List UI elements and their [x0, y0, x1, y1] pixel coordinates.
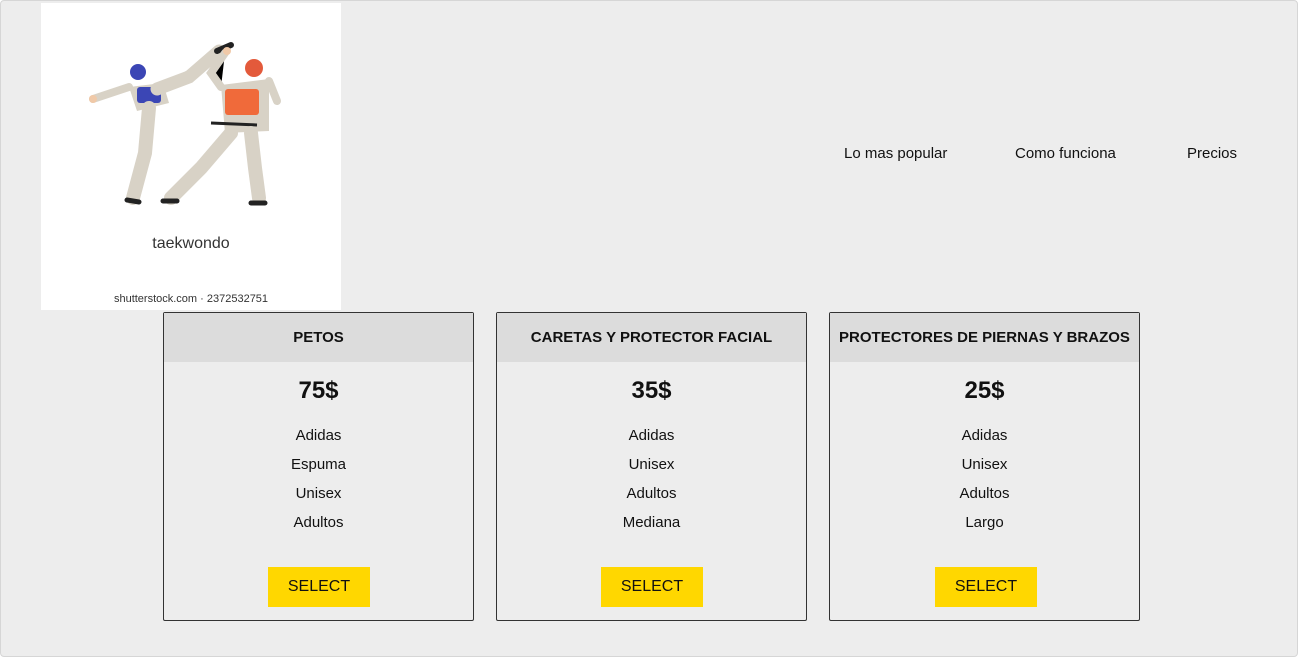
nav-link-how-it-works[interactable]: Como funciona — [1015, 145, 1116, 162]
card-price: 35$ — [631, 377, 672, 404]
red-fighter-figure — [160, 47, 281, 206]
feature-item: Adultos — [959, 485, 1010, 502]
nav-link-popular[interactable]: Lo mas popular — [844, 145, 947, 162]
pricing-card-protectores: PROTECTORES DE PIERNAS Y BRAZOS 25$ Adid… — [829, 312, 1140, 621]
logo-caption: taekwondo — [152, 235, 230, 252]
card-title: CARETAS Y PROTECTOR FACIAL — [497, 313, 806, 362]
card-price: 75$ — [298, 377, 339, 404]
taekwondo-logo-image: taekwondo shutterstock.com · 2372532751 — [41, 3, 341, 310]
feature-item: Mediana — [622, 514, 681, 531]
select-button[interactable]: SELECT — [601, 567, 703, 607]
logo-credit: shutterstock.com · 2372532751 — [113, 293, 269, 305]
taekwondo-fighters-illustration — [89, 42, 281, 206]
pricing-card-petos: PETOS 75$ Adidas Espuma Unisex Adultos S… — [163, 312, 474, 621]
feature-item: Unisex — [628, 456, 675, 473]
feature-item: Adidas — [628, 427, 675, 444]
card-title: PETOS — [164, 313, 473, 362]
pricing-card-caretas: CARETAS Y PROTECTOR FACIAL 35$ Adidas Un… — [496, 312, 807, 621]
feature-list: Adidas Unisex Adultos Largo — [830, 426, 1139, 542]
select-button[interactable]: SELECT — [935, 567, 1037, 607]
feature-item: Largo — [965, 514, 1004, 531]
feature-item: Unisex — [295, 485, 342, 502]
feature-list: Adidas Espuma Unisex Adultos — [164, 426, 473, 542]
select-button[interactable]: SELECT — [268, 567, 370, 607]
nav-link-prices[interactable]: Precios — [1187, 145, 1237, 162]
page-container: taekwondo shutterstock.com · 2372532751 … — [0, 0, 1298, 657]
feature-item: Adultos — [293, 514, 344, 531]
feature-item: Espuma — [290, 456, 347, 473]
feature-item: Adultos — [626, 485, 677, 502]
feature-list: Adidas Unisex Adultos Mediana — [497, 426, 806, 542]
card-price: 25$ — [964, 377, 1005, 404]
feature-item: Adidas — [961, 427, 1008, 444]
feature-item: Adidas — [295, 427, 342, 444]
card-title: PROTECTORES DE PIERNAS Y BRAZOS — [830, 313, 1139, 362]
feature-item: Unisex — [961, 456, 1008, 473]
